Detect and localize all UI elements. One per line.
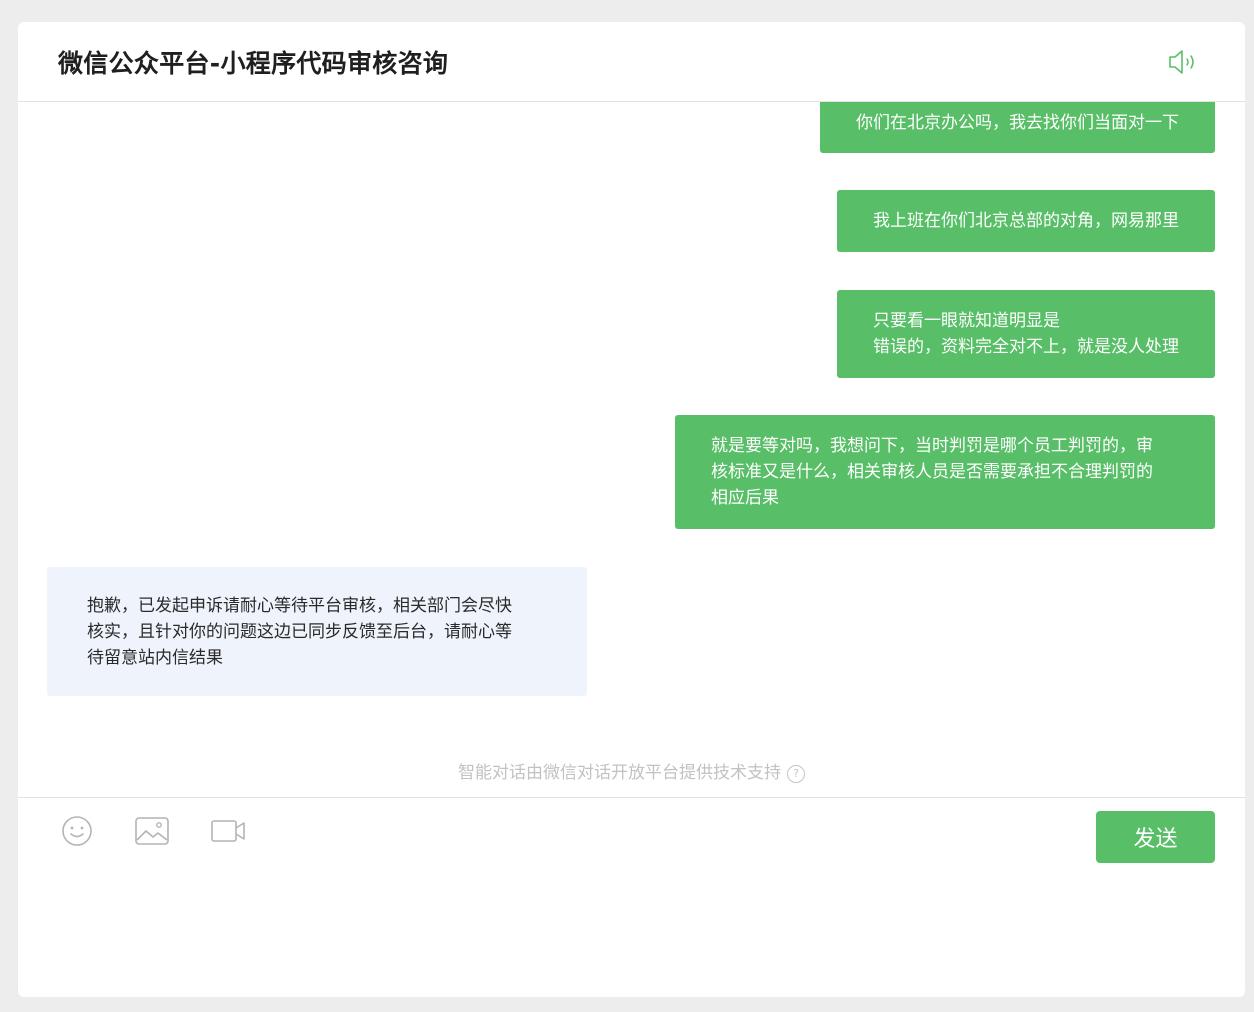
emoji-icon[interactable]: [61, 815, 93, 847]
page-title: 微信公众平台-小程序代码审核咨询: [58, 49, 449, 78]
message-bubble-outgoing: 我上班在你们北京总部的对角，网易那里: [837, 190, 1215, 252]
chat-window: 微信公众平台-小程序代码审核咨询 你们在北京办公吗，我去找你们当面对一下 我上班…: [18, 22, 1245, 997]
image-icon[interactable]: [134, 815, 170, 847]
message-bubble-incoming: 抱歉，已发起申诉请耐心等待平台审核，相关部门会尽快 核实，且针对你的问题这边已同…: [47, 567, 587, 696]
speaker-icon[interactable]: [1167, 48, 1199, 76]
send-button[interactable]: 发送: [1096, 811, 1215, 863]
header: 微信公众平台-小程序代码审核咨询: [18, 22, 1245, 102]
powered-by-text: 智能对话由微信对话开放平台提供技术支持: [458, 763, 781, 783]
video-icon[interactable]: [210, 815, 246, 847]
message-bubble-outgoing: 就是要等对吗，我想问下，当时判罚是哪个员工判罚的，审 核标准又是什么，相关审核人…: [675, 415, 1215, 529]
message-bubble-outgoing: 你们在北京办公吗，我去找你们当面对一下: [820, 102, 1215, 153]
message-list[interactable]: 你们在北京办公吗，我去找你们当面对一下 我上班在你们北京总部的对角，网易那里 只…: [18, 102, 1245, 798]
message-bubble-outgoing: 只要看一眼就知道明显是 错误的，资料完全对不上，就是没人处理: [837, 290, 1215, 378]
powered-by-note: 智能对话由微信对话开放平台提供技术支持?: [18, 758, 1245, 783]
help-icon[interactable]: ?: [787, 765, 805, 783]
input-divider: [18, 797, 1245, 798]
